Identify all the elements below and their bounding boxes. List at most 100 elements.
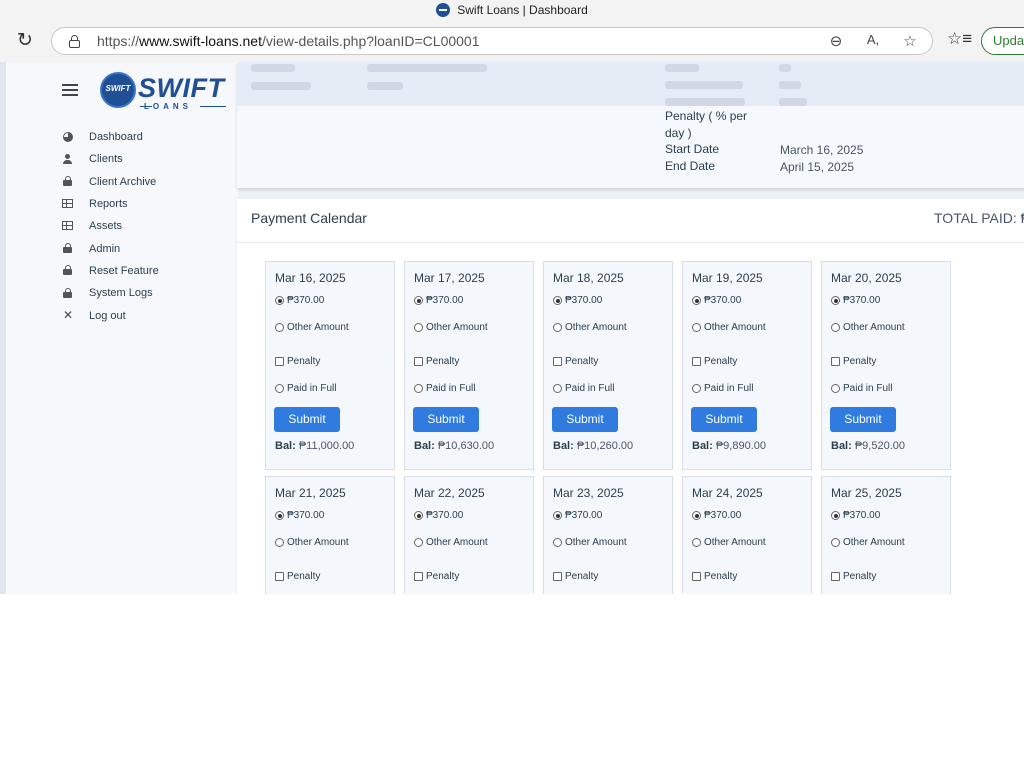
paid-in-full-option[interactable]: Paid in Full xyxy=(831,383,892,394)
sidebar-item-client-archive[interactable]: Client Archive xyxy=(62,171,159,193)
favorite-star-icon[interactable]: ☆ xyxy=(899,32,921,50)
other-amount-option[interactable]: Other Amount xyxy=(414,537,488,548)
other-amount-radio[interactable] xyxy=(831,538,840,547)
zoom-out-icon[interactable]: ⊖ xyxy=(825,32,847,50)
fixed-amount-radio[interactable] xyxy=(414,511,423,520)
sidebar-item-reports[interactable]: Reports xyxy=(62,193,159,215)
read-aloud-icon[interactable]: A, xyxy=(862,32,884,47)
penalty-option[interactable]: Penalty xyxy=(414,356,459,367)
other-amount-option[interactable]: Other Amount xyxy=(692,322,766,333)
sidebar-item-system-logs[interactable]: System Logs xyxy=(62,282,159,304)
fixed-amount-radio[interactable] xyxy=(553,296,562,305)
fixed-amount-option[interactable]: ₱370.00 xyxy=(553,510,602,521)
penalty-checkbox[interactable] xyxy=(275,357,284,366)
fixed-amount-radio[interactable] xyxy=(831,296,840,305)
address-bar[interactable]: https://www.swift-loans.net/view-details… xyxy=(51,27,933,55)
other-amount-radio[interactable] xyxy=(831,323,840,332)
fixed-amount-option[interactable]: ₱370.00 xyxy=(553,295,602,306)
fixed-amount-radio[interactable] xyxy=(831,511,840,520)
other-amount-option[interactable]: Other Amount xyxy=(275,322,349,333)
fixed-amount-option[interactable]: ₱370.00 xyxy=(692,295,741,306)
swift-loans-logo[interactable]: SWIFT SWIFT LOANS xyxy=(100,72,230,111)
other-amount-option[interactable]: Other Amount xyxy=(831,537,905,548)
submit-button[interactable]: Submit xyxy=(691,407,757,432)
paid-in-full-radio[interactable] xyxy=(692,384,701,393)
penalty-checkbox[interactable] xyxy=(692,357,701,366)
fixed-amount-option[interactable]: ₱370.00 xyxy=(414,510,463,521)
paid-in-full-radio[interactable] xyxy=(275,384,284,393)
penalty-checkbox[interactable] xyxy=(553,572,562,581)
paid-in-full-radio[interactable] xyxy=(414,384,423,393)
penalty-option[interactable]: Penalty xyxy=(275,356,320,367)
penalty-option[interactable]: Penalty xyxy=(831,571,876,582)
submit-button[interactable]: Submit xyxy=(274,407,340,432)
penalty-checkbox[interactable] xyxy=(692,572,701,581)
fixed-amount-radio[interactable] xyxy=(692,296,701,305)
sidebar-item-dashboard[interactable]: Dashboard xyxy=(62,126,159,148)
other-amount-radio[interactable] xyxy=(553,538,562,547)
fixed-amount-radio[interactable] xyxy=(275,511,284,520)
fixed-amount-radio[interactable] xyxy=(692,511,701,520)
other-amount-radio[interactable] xyxy=(414,323,423,332)
other-amount-option[interactable]: Other Amount xyxy=(831,322,905,333)
paid-in-full-option[interactable]: Paid in Full xyxy=(553,383,614,394)
other-amount-radio[interactable] xyxy=(275,538,284,547)
sidebar-item-assets[interactable]: Assets xyxy=(62,215,159,237)
fixed-amount-option[interactable]: ₱370.00 xyxy=(414,295,463,306)
fixed-amount-radio[interactable] xyxy=(275,296,284,305)
other-amount-radio[interactable] xyxy=(692,538,701,547)
sidebar-item-admin[interactable]: Admin xyxy=(62,237,159,259)
other-amount-radio[interactable] xyxy=(692,323,701,332)
fixed-amount-radio[interactable] xyxy=(414,296,423,305)
paid-in-full-option[interactable]: Paid in Full xyxy=(414,383,475,394)
logo-word: SWIFT xyxy=(138,73,225,103)
paid-in-full-radio[interactable] xyxy=(831,384,840,393)
fixed-amount-option[interactable]: ₱370.00 xyxy=(692,510,741,521)
penalty-checkbox[interactable] xyxy=(414,357,423,366)
fixed-amount-radio[interactable] xyxy=(553,511,562,520)
paid-in-full-option[interactable]: Paid in Full xyxy=(692,383,753,394)
url-text[interactable]: https://www.swift-loans.net/view-details… xyxy=(97,33,480,49)
other-amount-option[interactable]: Other Amount xyxy=(692,537,766,548)
paid-in-full-radio[interactable] xyxy=(553,384,562,393)
penalty-option[interactable]: Penalty xyxy=(553,356,598,367)
penalty-option[interactable]: Penalty xyxy=(414,571,459,582)
paid-in-full-option[interactable]: Paid in Full xyxy=(275,383,336,394)
penalty-option[interactable]: Penalty xyxy=(692,356,737,367)
favorites-bar-icon[interactable]: ☆≡ xyxy=(947,29,972,49)
other-amount-radio[interactable] xyxy=(275,323,284,332)
penalty-checkbox[interactable] xyxy=(831,572,840,581)
penalty-checkbox[interactable] xyxy=(553,357,562,366)
sidebar-item-clients[interactable]: Clients xyxy=(62,148,159,170)
refresh-icon[interactable]: ↻ xyxy=(14,30,36,52)
balance-value: ₱10,260.00 xyxy=(576,440,634,452)
penalty-option[interactable]: Penalty xyxy=(553,571,598,582)
submit-button[interactable]: Submit xyxy=(830,407,896,432)
penalty-option[interactable]: Penalty xyxy=(275,571,320,582)
other-amount-label: Other Amount xyxy=(565,537,627,548)
other-amount-radio[interactable] xyxy=(414,538,423,547)
submit-button[interactable]: Submit xyxy=(552,407,618,432)
other-amount-option[interactable]: Other Amount xyxy=(553,322,627,333)
fixed-amount-option[interactable]: ₱370.00 xyxy=(831,510,880,521)
fixed-amount-option[interactable]: ₱370.00 xyxy=(275,295,324,306)
penalty-option[interactable]: Penalty xyxy=(692,571,737,582)
penalty-checkbox[interactable] xyxy=(831,357,840,366)
other-amount-radio[interactable] xyxy=(553,323,562,332)
fixed-amount-option[interactable]: ₱370.00 xyxy=(275,510,324,521)
sidebar-item-log-out[interactable]: ✕ Log out xyxy=(62,304,159,326)
sidebar-item-reset-feature[interactable]: Reset Feature xyxy=(62,260,159,282)
other-amount-option[interactable]: Other Amount xyxy=(275,537,349,548)
calendar-title: Payment Calendar xyxy=(251,210,367,226)
submit-button[interactable]: Submit xyxy=(413,407,479,432)
penalty-checkbox[interactable] xyxy=(275,572,284,581)
other-amount-option[interactable]: Other Amount xyxy=(553,537,627,548)
fixed-amount-option[interactable]: ₱370.00 xyxy=(831,295,880,306)
penalty-checkbox[interactable] xyxy=(414,572,423,581)
other-amount-option[interactable]: Other Amount xyxy=(414,322,488,333)
close-icon: ✕ xyxy=(62,308,74,323)
menu-toggle-icon[interactable] xyxy=(62,84,78,96)
update-button[interactable]: Update xyxy=(981,27,1024,55)
penalty-option[interactable]: Penalty xyxy=(831,356,876,367)
lock-icon[interactable] xyxy=(69,35,80,48)
